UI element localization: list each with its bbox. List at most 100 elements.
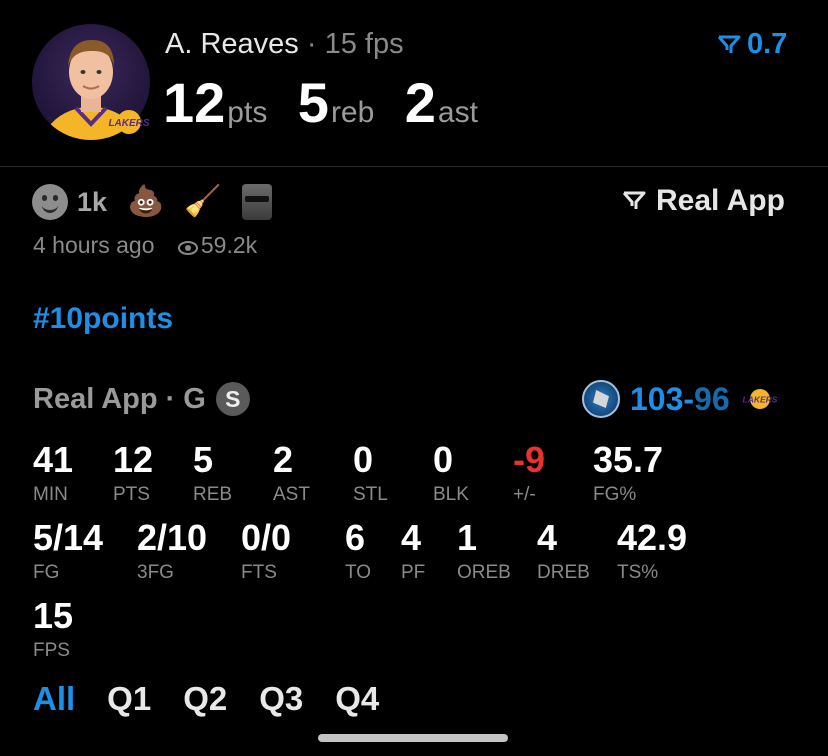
stat-stl: 0 STL — [353, 442, 388, 506]
stat-min: 41 MIN — [33, 442, 73, 506]
stat-value: 4 — [401, 517, 422, 558]
svg-text:LAKERS: LAKERS — [742, 395, 777, 405]
stat-label: FTS — [241, 562, 277, 583]
hashtag-link[interactable]: #10points — [33, 302, 173, 336]
reb-value: 5 — [297, 71, 329, 134]
stat-label: TO — [345, 562, 372, 583]
stat-label: STL — [353, 484, 388, 505]
real-app-logo-icon — [622, 191, 646, 209]
tab-q4[interactable]: Q4 — [335, 680, 379, 718]
stat-ast: 2 AST — [273, 442, 310, 506]
fps-label: 15 fps — [324, 28, 404, 60]
eye-icon — [177, 241, 198, 255]
player-name-line: A. Reaves · 15 fps — [165, 28, 404, 61]
filter-icon — [717, 35, 741, 53]
stat-label: DREB — [537, 562, 590, 583]
stat-blk: 0 BLK — [433, 442, 469, 506]
filter-score-value: 0.7 — [747, 28, 788, 60]
stat-label: FG — [33, 562, 60, 583]
score-away: 96 — [694, 380, 730, 417]
reb-unit: reb — [330, 96, 375, 129]
post-meta: 4 hours ago 59.2k — [33, 232, 257, 259]
stat-value: -9 — [513, 439, 546, 480]
stat-value: 6 — [345, 517, 366, 558]
stat-to: 6 TO — [345, 520, 371, 584]
broom-emoji-icon[interactable]: 🧹 — [184, 187, 221, 217]
tab-q3[interactable]: Q3 — [259, 680, 303, 718]
separator-dot: · — [306, 28, 317, 60]
stat-value: 42.9 — [617, 517, 688, 558]
stat-value: 0/0 — [241, 517, 292, 558]
quarter-tabs: All Q1 Q2 Q3 Q4 — [33, 680, 411, 718]
view-count: 59.2k — [200, 232, 258, 258]
stat-label: 3FG — [137, 562, 174, 583]
game-source-label: Real App — [33, 382, 158, 415]
stat-dreb: 4 DREB — [537, 520, 590, 584]
stat-value: 12 — [113, 439, 154, 480]
stat-label: BLK — [433, 484, 469, 505]
stat-value: 0 — [353, 439, 374, 480]
poop-emoji-icon[interactable]: 💩 — [127, 187, 164, 217]
pts-unit: pts — [227, 96, 268, 129]
stat-fps: 15 FPS — [33, 598, 73, 662]
stat-value: 0 — [433, 439, 454, 480]
player-position: G — [183, 382, 206, 415]
game-dot: · — [165, 382, 176, 415]
stat-label: REB — [193, 484, 233, 505]
game-score[interactable]: 103-96 LAKERS — [582, 380, 778, 418]
tab-q1[interactable]: Q1 — [107, 680, 151, 718]
stat-value: 4 — [537, 517, 558, 558]
stat-reb: 5 REB — [193, 442, 232, 506]
stat-value: 5/14 — [33, 517, 104, 558]
stat-value: 1 — [457, 517, 478, 558]
stat-fg-pct: 35.7 FG% — [593, 442, 663, 506]
stat-label: PF — [401, 562, 426, 583]
game-source-info: Real App · G S — [33, 382, 250, 416]
smile-reaction-icon[interactable] — [32, 184, 68, 220]
stat-label: FG% — [593, 484, 637, 505]
score-text: 103-96 — [630, 381, 730, 418]
lakers-logo-icon: LAKERS — [742, 389, 777, 409]
headline-stats: 12pts 5reb 2ast — [163, 70, 504, 135]
stat-label: +/- — [513, 484, 536, 505]
pts-value: 12 — [163, 71, 226, 134]
stat-plus-minus: -9 +/- — [513, 442, 545, 506]
stat-value: 41 — [33, 439, 74, 480]
stat-fg: 5/14 FG — [33, 520, 103, 584]
time-ago: 4 hours ago — [33, 232, 155, 258]
stat-3fg: 2/10 3FG — [137, 520, 207, 584]
stat-pf: 4 PF — [401, 520, 425, 584]
stat-value: 15 — [33, 595, 74, 636]
stat-pts: 12 PTS — [113, 442, 153, 506]
stat-label: AST — [273, 484, 310, 505]
tab-q2[interactable]: Q2 — [183, 680, 227, 718]
real-app-source-link[interactable]: Real App — [622, 184, 785, 218]
reactions-row: 1k 💩 🧹 — [32, 182, 272, 222]
starter-badge: S — [215, 382, 250, 416]
stat-value: 2 — [273, 439, 294, 480]
stat-value: 35.7 — [593, 439, 664, 480]
score-separator: - — [683, 380, 695, 417]
timberwolves-logo-icon — [582, 380, 620, 418]
filter-score-button[interactable]: 0.7 — [717, 28, 787, 61]
ast-value: 2 — [404, 71, 436, 134]
reaction-count: 1k — [77, 186, 108, 217]
home-indicator[interactable] — [318, 734, 508, 742]
tab-all[interactable]: All — [33, 680, 75, 718]
stat-label: OREB — [457, 562, 511, 583]
lakers-logo-icon: LAKERS — [108, 108, 150, 136]
stat-value: 2/10 — [137, 517, 208, 558]
stat-fts: 0/0 FTS — [241, 520, 291, 584]
svg-text:LAKERS: LAKERS — [108, 118, 149, 129]
stat-label: PTS — [113, 484, 150, 505]
header-divider — [0, 166, 828, 167]
stat-label: TS% — [617, 562, 659, 583]
ast-unit: ast — [437, 96, 478, 129]
sunglasses-face-icon[interactable] — [241, 184, 272, 220]
player-name[interactable]: A. Reaves — [165, 28, 299, 60]
stat-oreb: 1 OREB — [457, 520, 511, 584]
stat-value: 5 — [193, 439, 214, 480]
stat-ts-pct: 42.9 TS% — [617, 520, 687, 584]
real-app-label: Real App — [656, 184, 785, 217]
stat-label: FPS — [33, 640, 70, 661]
